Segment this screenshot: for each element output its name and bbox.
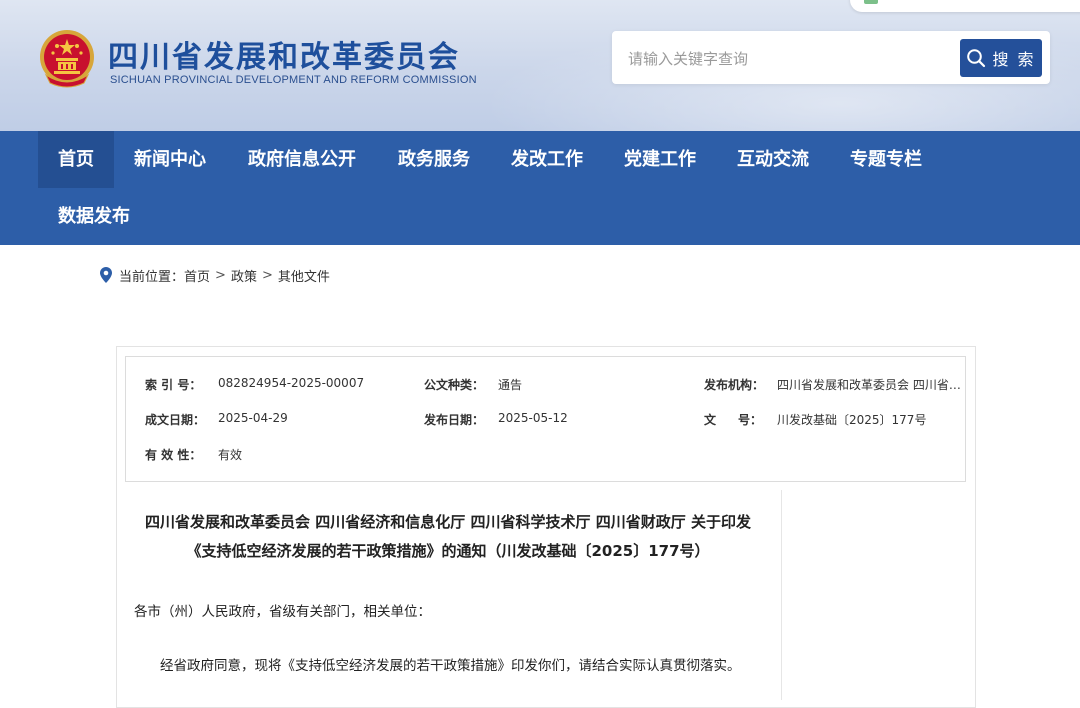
meta-index-label: 索 引 号： — [145, 378, 202, 392]
site-logo-title[interactable]: 四川省发展和改革委员会 — [108, 32, 460, 76]
nav-item-gov-services[interactable]: 政务服务 — [388, 131, 480, 188]
site-header: 四川省发展和改革委员会 SICHUAN PROVINCIAL DEVELOPME… — [0, 0, 1080, 131]
breadcrumb-link-policy[interactable]: 政策 — [231, 266, 257, 285]
nav-item-interaction[interactable]: 互动交流 — [727, 131, 819, 188]
top-utility-tab[interactable] — [850, 0, 1080, 12]
document-meta-table: 索 引 号： 082824954-2025-00007 公文种类： 通告 发布机… — [125, 356, 966, 482]
breadcrumb-prefix: 当前位置： — [119, 269, 185, 285]
breadcrumb-link-other-docs[interactable]: 其他文件 — [278, 266, 330, 285]
search-button[interactable]: 搜 索 — [960, 39, 1042, 77]
meta-type-value: 通告 — [498, 378, 523, 392]
breadcrumb-separator: > — [261, 267, 273, 283]
utility-indicator-icon — [864, 0, 878, 4]
document-title-line-2: 《支持低空经济发展的若干政策措施》的通知（川发改基础〔2025〕177号） — [186, 542, 710, 560]
breadcrumb: 当前位置： 首页 > 政策 > 其他文件 — [100, 265, 330, 285]
document-title-line-1: 四川省发展和改革委员会 四川省经济和信息化厅 四川省科学技术厅 四川省财政厅 关… — [145, 513, 751, 531]
sidebar-divider — [781, 490, 782, 700]
document-paragraph-1: 经省政府同意，现将《支持低空经济发展的若干政策措施》印发你们，请结合实际认真贯彻… — [160, 658, 741, 674]
nav-item-data-release[interactable]: 数据发布 — [48, 188, 140, 245]
nav-item-news[interactable]: 新闻中心 — [120, 131, 220, 188]
document-salutation: 各市（州）人民政府，省级有关部门，相关单位： — [134, 604, 431, 620]
site-logo-subtitle: SICHUAN PROVINCIAL DEVELOPMENT AND REFOR… — [110, 74, 477, 86]
meta-created-label: 成文日期： — [145, 413, 206, 427]
meta-publisher-label: 发布机构： — [704, 378, 765, 392]
search-icon — [967, 49, 986, 68]
nav-item-topics[interactable]: 专题专栏 — [840, 131, 932, 188]
search-input[interactable] — [618, 39, 960, 78]
nav-item-party-work[interactable]: 党建工作 — [614, 131, 706, 188]
main-nav: 首页 新闻中心 政府信息公开 政务服务 发改工作 党建工作 互动交流 专题专栏 … — [0, 131, 1080, 245]
document-title: 四川省发展和改革委员会 四川省经济和信息化厅 四川省科学技术厅 四川省财政厅 关… — [128, 508, 768, 566]
location-pin-icon — [100, 267, 112, 283]
search-box: 搜 索 — [612, 31, 1050, 84]
national-emblem-icon — [40, 30, 94, 88]
breadcrumb-link-home[interactable]: 首页 — [184, 266, 210, 285]
meta-publisher-value: 四川省发展和改革委员会 四川省… — [777, 378, 961, 392]
meta-docno-label-b: 号： — [738, 413, 763, 427]
nav-item-gov-info[interactable]: 政府信息公开 — [236, 131, 368, 188]
search-button-label: 搜 索 — [992, 50, 1036, 69]
meta-docno-value: 川发改基础〔2025〕177号 — [777, 413, 927, 427]
meta-created-value: 2025-04-29 — [218, 411, 288, 425]
meta-docno-label-a: 文 — [704, 413, 717, 427]
nav-item-home[interactable]: 首页 — [38, 131, 114, 188]
meta-validity-label: 有 效 性： — [145, 448, 202, 462]
meta-published-value: 2025-05-12 — [498, 411, 568, 425]
breadcrumb-separator: > — [215, 267, 226, 283]
meta-type-label: 公文种类： — [424, 378, 485, 392]
meta-index-value: 082824954-2025-00007 — [218, 376, 365, 390]
meta-published-label: 发布日期： — [424, 413, 485, 427]
nav-item-reform-work[interactable]: 发改工作 — [501, 131, 593, 188]
meta-validity-value: 有效 — [218, 448, 243, 462]
